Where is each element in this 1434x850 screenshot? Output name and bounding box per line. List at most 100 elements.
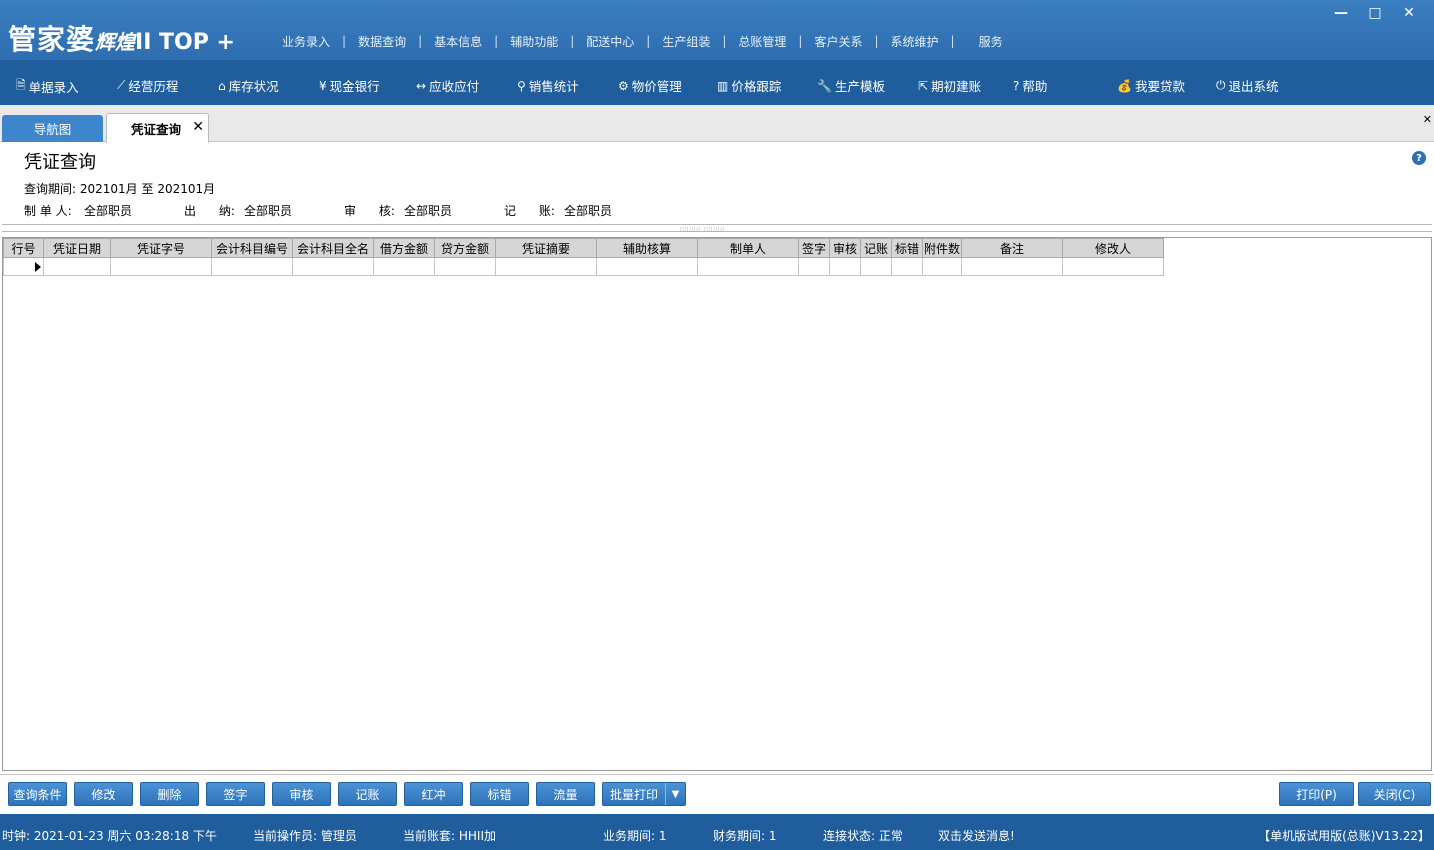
row-indicator[interactable]: [3, 257, 44, 276]
red-reverse-button[interactable]: 红冲: [404, 782, 463, 806]
toolbar-document-entry[interactable]: 🗎 单据录入: [16, 76, 79, 97]
wrench-icon: 🔧: [817, 78, 832, 93]
status-account: 当前账套: HHII加: [403, 829, 496, 843]
status-connection: 连接状态: 正常: [823, 829, 903, 843]
table-cell[interactable]: [596, 257, 698, 276]
auditor-value: 全部职员: [404, 204, 453, 218]
page-title: 凭证查询: [24, 152, 96, 173]
table-cell[interactable]: [1062, 257, 1165, 276]
table-cell[interactable]: [110, 257, 212, 276]
col-account-name[interactable]: 会计科目全名: [292, 238, 374, 258]
col-debit[interactable]: 借方金额: [373, 238, 435, 258]
col-row-no[interactable]: 行号: [3, 238, 44, 258]
toolbar-help[interactable]: ? 帮助: [1013, 76, 1047, 95]
toolbar-exit[interactable]: ⏻ 退出系统: [1216, 76, 1279, 95]
toolbar-production-template[interactable]: 🔧 生产模板: [817, 76, 885, 95]
menu-basic-info[interactable]: 基本信息: [422, 33, 494, 50]
menu-customer-relations[interactable]: 客户关系: [802, 33, 874, 50]
post-button[interactable]: 记账: [338, 782, 397, 806]
col-remarks[interactable]: 备注: [961, 238, 1064, 258]
menu-service[interactable]: 服务: [955, 33, 1015, 50]
toolbar-loan[interactable]: 💰 我要贷款: [1117, 76, 1185, 95]
delete-button[interactable]: 删除: [140, 782, 199, 806]
table-cell[interactable]: [961, 257, 1064, 276]
table-cell[interactable]: [829, 257, 861, 276]
col-signed[interactable]: 签字: [798, 238, 830, 258]
tab-navigation[interactable]: 导航图: [2, 115, 103, 142]
print-button[interactable]: 打印(P): [1279, 782, 1354, 806]
col-modifier[interactable]: 修改人: [1062, 238, 1165, 258]
cashier-value: 全部职员: [244, 204, 293, 218]
table-cell[interactable]: [495, 257, 597, 276]
close-all-tabs-icon[interactable]: ✕: [1423, 113, 1432, 126]
toolbar-cash-bank[interactable]: ¥ 现金银行: [319, 76, 380, 95]
gear-icon: ⚙: [618, 78, 629, 93]
col-voucher-number[interactable]: 凭证字号: [110, 238, 212, 258]
table-cell[interactable]: [921, 257, 963, 276]
col-summary[interactable]: 凭证摘要: [495, 238, 597, 258]
toolbar-label: 库存状况: [228, 79, 279, 94]
send-message-link[interactable]: 双击发送消息!: [938, 827, 1015, 844]
table-cell[interactable]: [891, 257, 923, 276]
col-credit[interactable]: 贷方金额: [434, 238, 496, 258]
query-conditions-button[interactable]: 查询条件: [8, 782, 67, 806]
menu-production[interactable]: 生产组装: [650, 33, 722, 50]
title-bar: 管家婆辉煌II TOP + 业务录入 | 数据查询 | 基本信息 | 辅助功能 | 配送…: [0, 0, 1434, 60]
menu-general-ledger[interactable]: 总账管理: [726, 33, 798, 50]
toolbar-opening-setup[interactable]: ⇱ 期初建账: [918, 76, 981, 95]
table-cell[interactable]: [292, 257, 374, 276]
menu-aux-functions[interactable]: 辅助功能: [498, 33, 570, 50]
close-button[interactable]: 关闭(C): [1358, 782, 1431, 806]
voucher-grid[interactable]: 行号 凭证日期 凭证字号 会计科目编号 会计科目全名 借方金额 贷方金额 凭证摘…: [2, 237, 1432, 771]
col-aux-accounting[interactable]: 辅助核算: [596, 238, 698, 258]
table-cell[interactable]: [211, 257, 293, 276]
table-cell[interactable]: [798, 257, 830, 276]
moneybag-icon: 💰: [1117, 78, 1132, 93]
tab-label: 凭证查询: [131, 122, 182, 137]
table-row[interactable]: [3, 257, 1165, 276]
edit-button[interactable]: 修改: [74, 782, 133, 806]
toolbar-receivable-payable[interactable]: ↔ 应收应付: [416, 76, 479, 95]
col-maker[interactable]: 制单人: [697, 238, 799, 258]
maximize-icon[interactable]: □: [1358, 4, 1392, 22]
table-cell[interactable]: [860, 257, 892, 276]
menu-system-maintenance[interactable]: 系统维护: [879, 33, 951, 50]
table-cell[interactable]: [43, 257, 111, 276]
toolbar-label: 退出系统: [1228, 79, 1279, 94]
table-cell[interactable]: [434, 257, 496, 276]
table-cell[interactable]: [697, 257, 799, 276]
main-toolbar: 🗎 单据录入 ⟋ 经营历程 ⌂ 库存状况 ¥ 现金银行 ↔ 应收应付 ⚲ 销售统计 ⚙ 物价管…: [0, 60, 1434, 105]
menu-data-query[interactable]: 数据查询: [346, 33, 418, 50]
voucher-table: 行号 凭证日期 凭证字号 会计科目编号 会计科目全名 借方金额 贷方金额 凭证摘…: [3, 238, 1165, 276]
menu-distribution[interactable]: 配送中心: [574, 33, 646, 50]
menu-business-entry[interactable]: 业务录入: [270, 33, 342, 50]
toolbar-inventory-status[interactable]: ⌂ 库存状况: [218, 76, 279, 95]
toolbar-business-history[interactable]: ⟋ 经营历程: [117, 76, 178, 95]
toolbar-label: 帮助: [1022, 79, 1048, 94]
tab-voucher-query[interactable]: 凭证查询 ✕: [106, 113, 209, 143]
sign-button[interactable]: 签字: [206, 782, 265, 806]
col-account-code[interactable]: 会计科目编号: [211, 238, 293, 258]
col-voucher-date[interactable]: 凭证日期: [43, 238, 111, 258]
col-audited[interactable]: 审核: [829, 238, 861, 258]
toolbar-label: 销售统计: [528, 79, 579, 94]
help-icon[interactable]: ?: [1412, 151, 1426, 165]
col-error-mark[interactable]: 标错: [891, 238, 923, 258]
col-attachments[interactable]: 附件数: [921, 238, 963, 258]
batch-print-button[interactable]: 批量打印 ▼: [602, 782, 686, 806]
close-icon[interactable]: ✕: [1392, 4, 1426, 22]
audit-button[interactable]: 审核: [272, 782, 331, 806]
col-posted[interactable]: 记账: [860, 238, 892, 258]
cash-flow-button[interactable]: 流量: [536, 782, 595, 806]
toolbar-price-management[interactable]: ⚙ 物价管理: [618, 76, 682, 95]
bar-chart-icon: ▥: [717, 78, 729, 93]
chevron-down-icon[interactable]: ▼: [665, 783, 685, 805]
table-cell[interactable]: [373, 257, 435, 276]
minimize-icon[interactable]: —: [1324, 4, 1358, 22]
splitter-grip[interactable]: ⦙⦙⦙⦙⦙⦙⦙⦙⦙ ⦙⦙⦙⦙⦙⦙⦙⦙⦙: [680, 226, 725, 234]
toolbar-sales-stats[interactable]: ⚲ 销售统计: [517, 76, 579, 95]
toolbar-price-tracking[interactable]: ▥ 价格跟踪: [717, 76, 781, 95]
status-biz-period: 业务期间: 1: [603, 829, 667, 843]
mark-error-button[interactable]: 标错: [470, 782, 529, 806]
close-tab-icon[interactable]: ✕: [192, 119, 204, 135]
